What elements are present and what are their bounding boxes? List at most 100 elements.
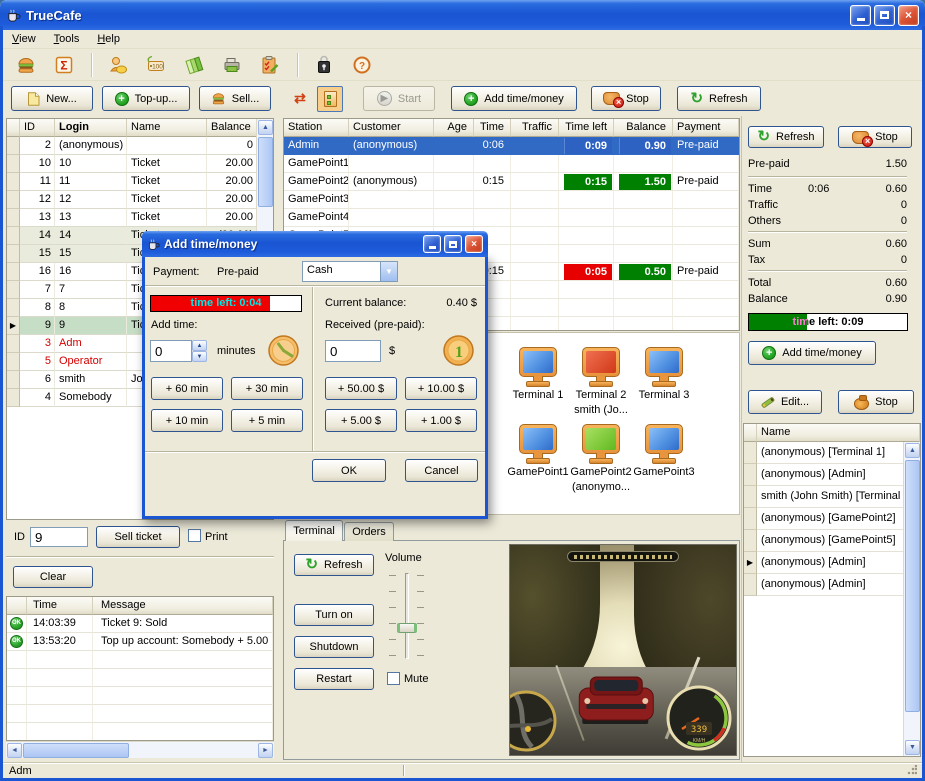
names-scrollbar[interactable]: ▲ ▼ (903, 442, 920, 756)
maximize-button[interactable] (874, 5, 895, 26)
customer-account-icon[interactable] (105, 52, 131, 78)
log-row[interactable]: OK14:03:39Ticket 9: Sold (7, 615, 273, 633)
minutes-stepper[interactable]: ▲ ▼ (192, 340, 207, 362)
scrollbar-thumb[interactable] (905, 460, 920, 712)
table-row[interactable]: 1010Ticket20.00 (7, 155, 273, 173)
stations-header-time[interactable]: Time (474, 119, 511, 137)
stations-header-age[interactable]: Age (434, 119, 474, 137)
switch-view-button[interactable]: ⇄ (287, 86, 313, 112)
table-row[interactable]: 2(anonymous)0 (7, 137, 273, 155)
session-name-row[interactable]: (anonymous) [Admin] (744, 464, 920, 486)
print-checkbox[interactable] (188, 529, 201, 542)
station-row[interactable]: GamePoint3 (284, 191, 739, 209)
session-name-row[interactable]: smith (John Smith) [Terminal 2] (744, 486, 920, 508)
tab-terminal[interactable]: Terminal (285, 520, 343, 541)
scrollbar-thumb[interactable] (23, 743, 129, 758)
scroll-right-button[interactable]: ► (258, 743, 273, 758)
scroll-up-button[interactable]: ▲ (258, 120, 273, 135)
scroll-up-button[interactable]: ▲ (905, 443, 920, 458)
station-row[interactable]: GamePoint2(anonymous)0:15 0:15 1.50 Pre-… (284, 173, 739, 191)
accounts-header-login[interactable]: Login (55, 119, 127, 137)
start-button[interactable]: ▶Start (363, 86, 435, 111)
add-10-min-button[interactable]: + 10 min (151, 409, 223, 432)
turn-on-button[interactable]: Turn on (294, 604, 374, 626)
spin-up-icon[interactable]: ▲ (192, 340, 207, 351)
ticket-id-input[interactable] (30, 527, 88, 547)
sell-ticket-button[interactable]: Sell ticket (96, 526, 180, 548)
table-row[interactable]: 1313Ticket20.00 (7, 209, 273, 227)
accounts-header-id[interactable]: ID (20, 119, 55, 137)
stations-header-customer[interactable]: Customer (349, 119, 434, 137)
session-name-row[interactable]: (anonymous) [GamePoint5] (744, 530, 920, 552)
scroll-left-button[interactable]: ◄ (7, 743, 22, 758)
details-view-button[interactable] (317, 86, 343, 112)
stop-button[interactable]: ×Stop (591, 86, 661, 111)
terminal-icon[interactable]: Terminal 3 (631, 347, 697, 404)
log-header-message[interactable]: Message (93, 597, 273, 615)
menu-view[interactable]: View (3, 32, 45, 46)
log-row[interactable]: OK13:53:20Top up account: Somebody + 5.0… (7, 633, 273, 651)
cancel-button[interactable]: Cancel (405, 459, 478, 482)
add-60-min-button[interactable]: + 60 min (151, 377, 223, 400)
dialog-minimize-button[interactable] (423, 235, 441, 253)
printer-icon[interactable] (219, 52, 245, 78)
refresh-button[interactable]: ↻Refresh (677, 86, 761, 111)
session-name-row[interactable]: (anonymous) [Admin] (744, 574, 920, 596)
edit-button[interactable]: Edit... (748, 390, 822, 414)
menu-help[interactable]: Help (88, 32, 129, 46)
terminal-icon[interactable]: Terminal 2smith (Jo... (568, 347, 634, 417)
stop-session-button[interactable]: Stop (838, 390, 914, 414)
terminal-icon[interactable]: Terminal 1 (505, 347, 571, 404)
received-input[interactable] (325, 340, 381, 362)
table-row[interactable]: 1212Ticket20.00 (7, 191, 273, 209)
table-row[interactable]: 1111Ticket20.00 (7, 173, 273, 191)
add-30-min-button[interactable]: + 30 min (231, 377, 303, 400)
shutdown-button[interactable]: Shutdown (294, 636, 374, 658)
accounts-header-name[interactable]: Name (127, 119, 207, 137)
session-name-row[interactable]: (anonymous) [Terminal 1] (744, 442, 920, 464)
tickets-icon[interactable] (181, 52, 207, 78)
session-stop-button[interactable]: ×Stop (838, 126, 912, 148)
restart-button[interactable]: Restart (294, 668, 374, 690)
volume-slider[interactable] (405, 573, 409, 659)
add-50-button[interactable]: + 50.00 $ (325, 377, 397, 400)
add-1-button[interactable]: + 1.00 $ (405, 409, 477, 432)
sell-burger-icon[interactable] (13, 52, 39, 78)
chevron-down-icon[interactable]: ▼ (380, 262, 397, 281)
payment-method-select[interactable]: Cash ▼ (302, 261, 398, 282)
help-icon[interactable]: ? (349, 52, 375, 78)
station-row[interactable]: GamePoint1 (284, 155, 739, 173)
session-add-time-money-button[interactable]: +Add time/money (748, 341, 876, 365)
terminal-icon[interactable]: GamePoint3 (631, 424, 697, 481)
log-scrollbar[interactable]: ◄ ► (6, 741, 274, 758)
scroll-down-button[interactable]: ▼ (905, 740, 920, 755)
add-10-button[interactable]: + 10.00 $ (405, 377, 477, 400)
dialog-maximize-button[interactable] (444, 235, 462, 253)
sell-button[interactable]: Sell... (199, 86, 271, 111)
menu-tools[interactable]: Tools (45, 32, 89, 46)
stations-header-station[interactable]: Station (284, 119, 349, 137)
close-button[interactable]: × (898, 5, 919, 26)
stations-header-balance[interactable]: Balance (614, 119, 673, 137)
session-name-row[interactable]: (anonymous) [GamePoint2] (744, 508, 920, 530)
add-5-min-button[interactable]: + 5 min (231, 409, 303, 432)
terminal-icon[interactable]: GamePoint1 (505, 424, 571, 481)
tab-orders[interactable]: Orders (344, 522, 394, 541)
volume-slider-thumb[interactable] (397, 623, 417, 633)
new-button[interactable]: New... (11, 86, 93, 111)
stations-header-payment[interactable]: Payment (673, 119, 739, 137)
log-header-time[interactable]: Time (27, 597, 93, 615)
station-row[interactable]: GamePoint4 (284, 209, 739, 227)
terminal-icon[interactable]: GamePoint2(anonymo... (568, 424, 634, 494)
names-header[interactable]: Name (757, 424, 920, 442)
stations-header-timeleft[interactable]: Time left (559, 119, 614, 137)
tasks-clipboard-icon[interactable] (257, 52, 283, 78)
add-time-money-button[interactable]: +Add time/money (451, 86, 577, 111)
terminal-refresh-button[interactable]: ↻Refresh (294, 554, 374, 576)
stations-header-traffic[interactable]: Traffic (511, 119, 559, 137)
ok-button[interactable]: OK (312, 459, 386, 482)
tariff-tag-icon[interactable]: 100 (143, 52, 169, 78)
add-5-button[interactable]: + 5.00 $ (325, 409, 397, 432)
report-sigma-icon[interactable]: Σ (51, 52, 77, 78)
lock-icon[interactable] (311, 52, 337, 78)
